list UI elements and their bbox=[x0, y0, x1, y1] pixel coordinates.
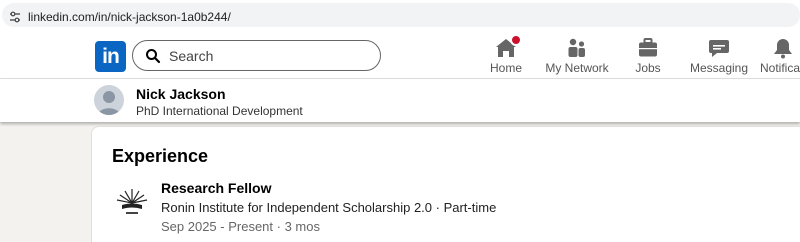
url-text[interactable]: linkedin.com/in/nick-jackson-1a0b244/ bbox=[28, 10, 231, 24]
address-pill[interactable]: linkedin.com/in/nick-jackson-1a0b244/ bbox=[2, 3, 800, 27]
site-settings-icon[interactable] bbox=[9, 11, 21, 23]
nav-item-notifications[interactable]: Notificati bbox=[758, 36, 800, 76]
default-avatar-icon bbox=[98, 91, 120, 115]
messaging-icon bbox=[709, 40, 729, 57]
avatar[interactable] bbox=[94, 85, 124, 115]
search-box[interactable] bbox=[132, 40, 381, 71]
profile-name[interactable]: Nick Jackson bbox=[136, 86, 226, 102]
briefcase-icon bbox=[639, 38, 657, 57]
browser-address-bar: linkedin.com/in/nick-jackson-1a0b244/ bbox=[0, 0, 800, 30]
network-icon bbox=[568, 38, 585, 57]
experience-company: Ronin Institute for Independent Scholars… bbox=[161, 200, 497, 215]
ronin-institute-logo[interactable] bbox=[113, 181, 151, 219]
experience-dates: Sep 2025 - Present · 3 mos bbox=[161, 219, 320, 234]
nav-label-messaging: Messaging bbox=[689, 61, 749, 75]
notification-badge bbox=[510, 34, 522, 46]
nav-label-home: Home bbox=[489, 61, 522, 75]
section-title-experience: Experience bbox=[112, 146, 209, 166]
nav-item-my-network[interactable]: My Network bbox=[543, 36, 611, 76]
nav-item-jobs[interactable]: Jobs bbox=[627, 36, 669, 76]
search-icon bbox=[146, 49, 161, 64]
linkedin-logo[interactable]: in bbox=[95, 41, 126, 72]
nav-item-home[interactable]: Home bbox=[485, 34, 527, 76]
nav-label-notifications: Notificati bbox=[760, 61, 800, 75]
experience-role-title[interactable]: Research Fellow bbox=[161, 180, 272, 196]
search-input[interactable] bbox=[169, 45, 369, 67]
nav-item-messaging[interactable]: Messaging bbox=[689, 36, 749, 76]
nav-label-jobs: Jobs bbox=[635, 61, 661, 75]
profile-headline: PhD International Development bbox=[136, 104, 303, 118]
bell-icon bbox=[774, 39, 792, 59]
nav-label-my-network: My Network bbox=[545, 61, 609, 75]
